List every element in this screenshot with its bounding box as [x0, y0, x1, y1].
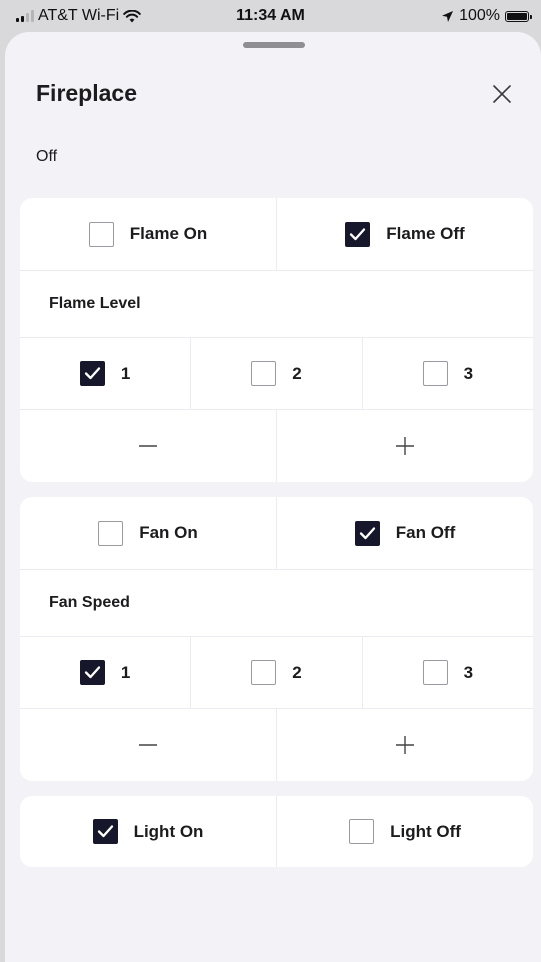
flame-level-options: 1 2 3 — [20, 338, 533, 410]
carrier-name: AT&T Wi-Fi — [38, 7, 120, 24]
flame-stepper-row — [20, 410, 533, 482]
light-on-checkbox[interactable] — [92, 819, 118, 844]
checkmark-icon — [350, 227, 366, 240]
flame-on-checkbox[interactable] — [88, 221, 114, 247]
wifi-icon — [123, 9, 141, 22]
flame-level-1-option[interactable]: 1 — [20, 338, 192, 409]
flame-off-label: Flame Off — [386, 224, 465, 243]
light-on-label: Light On — [133, 821, 204, 841]
checkmark-icon — [97, 825, 113, 838]
fan-speed-2-option[interactable]: 2 — [191, 637, 363, 708]
fan-decrease-button[interactable] — [20, 709, 277, 781]
battery-icon — [505, 10, 532, 22]
signal-icon — [16, 10, 34, 22]
location-arrow-icon — [442, 10, 454, 22]
sheet-title: Fireplace — [36, 80, 137, 106]
flame-level-1-label: 1 — [120, 363, 131, 383]
fan-on-option[interactable]: Fan On — [20, 497, 277, 569]
flame-increase-button[interactable] — [277, 410, 533, 482]
checkmark-icon — [359, 526, 375, 539]
fan-speed-3-checkbox[interactable] — [422, 660, 448, 685]
status-right: 100% — [441, 7, 532, 25]
flame-decrease-button[interactable] — [20, 410, 277, 482]
fan-increase-button[interactable] — [277, 709, 533, 781]
fan-speed-label: Fan Speed — [49, 594, 130, 611]
status-left: AT&T Wi-Fi — [16, 7, 141, 25]
fan-speed-1-checkbox[interactable] — [79, 660, 105, 685]
fan-stepper-row — [20, 709, 533, 781]
status-bar: AT&T Wi-Fi 11:34 AM 100% — [0, 0, 541, 32]
flame-on-label: Flame On — [129, 224, 208, 243]
flame-level-label: Flame Level — [49, 295, 141, 312]
checkmark-icon — [84, 367, 101, 380]
close-button[interactable] — [488, 80, 516, 108]
fan-on-checkbox[interactable] — [98, 520, 124, 546]
battery-percent: 100% — [459, 7, 500, 24]
minus-icon — [139, 744, 157, 746]
fan-off-checkbox[interactable] — [354, 520, 380, 546]
light-off-label: Light Off — [390, 821, 461, 841]
light-toggle-row: Light On Light Off — [20, 796, 533, 867]
fan-speed-options: 1 2 3 — [20, 637, 533, 709]
fan-speed-2-checkbox[interactable] — [251, 660, 277, 685]
fan-speed-1-option[interactable]: 1 — [20, 637, 192, 708]
flame-level-3-option[interactable]: 3 — [363, 338, 533, 409]
checkmark-icon — [84, 666, 101, 679]
device-status: Off — [36, 148, 58, 165]
light-on-option[interactable]: Light On — [20, 796, 277, 867]
fan-speed-2-label: 2 — [292, 662, 302, 682]
flame-level-1-checkbox[interactable] — [79, 361, 105, 386]
close-icon — [493, 85, 511, 103]
fan-speed-heading: Fan Speed — [20, 570, 533, 637]
fan-off-label: Fan Off — [395, 523, 456, 542]
flame-level-2-option[interactable]: 2 — [191, 338, 363, 409]
light-off-checkbox[interactable] — [349, 819, 375, 844]
flame-level-3-label: 3 — [463, 363, 474, 383]
fan-off-option[interactable]: Fan Off — [277, 497, 533, 569]
flame-level-3-checkbox[interactable] — [422, 361, 448, 386]
fan-on-label: Fan On — [139, 523, 198, 542]
flame-toggle-row: Flame On Flame Off — [20, 198, 533, 271]
light-card: Light On Light Off — [20, 796, 533, 867]
sheet-grabber[interactable] — [243, 42, 305, 48]
flame-card: Flame On Flame Off Flame Level 1 2 3 — [20, 198, 533, 482]
fan-speed-3-option[interactable]: 3 — [363, 637, 533, 708]
flame-on-option[interactable]: Flame On — [20, 198, 277, 270]
flame-off-checkbox[interactable] — [345, 221, 371, 247]
minus-icon — [139, 445, 157, 447]
plus-icon — [396, 736, 414, 754]
flame-level-2-label: 2 — [292, 363, 302, 383]
fan-toggle-row: Fan On Fan Off — [20, 497, 533, 570]
fan-speed-1-label: 1 — [120, 662, 131, 682]
light-off-option[interactable]: Light Off — [277, 796, 533, 867]
fireplace-sheet: Fireplace Off Flame On Flame Off Flame L… — [5, 32, 541, 962]
flame-level-2-checkbox[interactable] — [251, 361, 277, 386]
fan-speed-3-label: 3 — [463, 662, 474, 682]
plus-icon — [396, 437, 414, 455]
fan-card: Fan On Fan Off Fan Speed 1 2 3 — [20, 497, 533, 781]
status-time: 11:34 AM — [236, 7, 305, 24]
flame-off-option[interactable]: Flame Off — [277, 198, 533, 270]
flame-level-heading: Flame Level — [20, 271, 533, 338]
